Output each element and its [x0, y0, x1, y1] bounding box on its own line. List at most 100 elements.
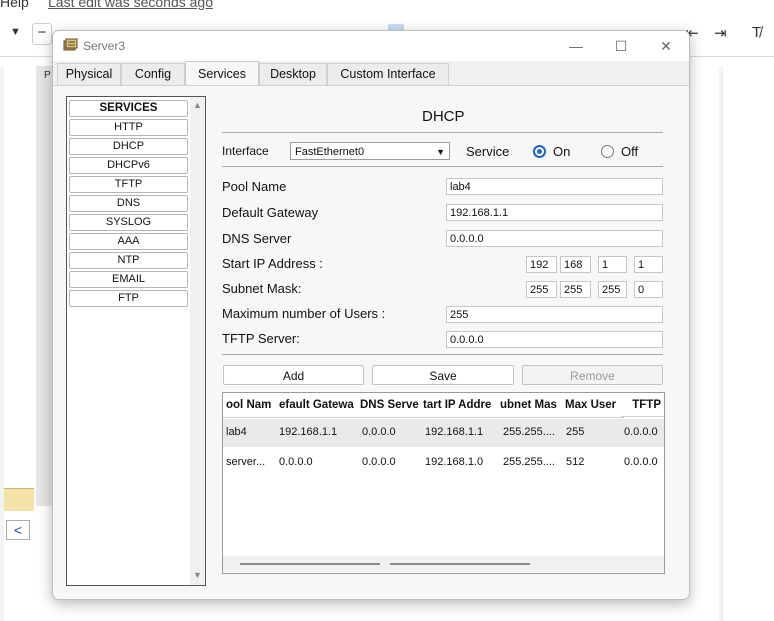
chevron-down-icon: ▼ [436, 147, 445, 157]
interface-label: Interface [222, 144, 269, 158]
pool-name-input[interactable]: lab4 [446, 178, 663, 195]
service-item-dhcp[interactable]: DHCP [69, 138, 188, 155]
yellow-bar [4, 488, 34, 511]
start-ip-octet-3[interactable]: 1 [598, 256, 627, 273]
services-list: SERVICES HTTP DHCP DHCPv6 TFTP DNS SYSLO… [66, 96, 206, 586]
scroll-down-icon[interactable]: ▼ [193, 570, 202, 580]
tab-services[interactable]: Services [185, 61, 259, 86]
column-header-start-ip[interactable]: tart IP Addre [421, 393, 500, 418]
page-letter: P [44, 70, 51, 81]
zoom-decrease-icon[interactable]: − [32, 23, 52, 45]
start-ip-label: Start IP Address : [222, 256, 323, 271]
gateway-input[interactable]: 192.168.1.1 [446, 204, 663, 221]
start-ip-octet-1[interactable]: 192 [526, 256, 557, 273]
table-cell: lab4 [226, 426, 247, 438]
help-menu[interactable]: Help [0, 0, 29, 10]
close-button[interactable]: ✕ [651, 36, 681, 56]
dns-server-label: DNS Server [222, 231, 292, 246]
server3-window: Server3 — ☐ ✕ Physical Config Services D… [52, 30, 690, 600]
tftp-server-label: TFTP Server: [222, 331, 300, 346]
server-icon [63, 38, 78, 51]
service-label: Service [466, 144, 510, 159]
divider [222, 354, 663, 355]
subnet-octet-1[interactable]: 255 [526, 281, 557, 298]
max-users-input[interactable]: 255 [446, 306, 663, 323]
column-header-subnet-mask[interactable]: ubnet Mas [498, 393, 564, 418]
remove-button[interactable]: Remove [522, 365, 663, 385]
column-header-default-gateway[interactable]: efault Gatewa [277, 393, 360, 418]
service-off-radio[interactable] [601, 145, 614, 158]
subnet-octet-3[interactable]: 255 [598, 281, 627, 298]
title-bar: Server3 — ☐ ✕ [53, 31, 689, 61]
scrollbar-thumb[interactable] [240, 563, 380, 565]
dns-server-input[interactable]: 0.0.0.0 [446, 230, 663, 247]
service-on-radio[interactable] [533, 145, 546, 158]
scrollbar-thumb[interactable] [390, 563, 530, 565]
table-cell: 255.255.... [503, 456, 555, 468]
column-header-pool-name[interactable]: ool Nam [223, 393, 280, 418]
table-cell: 0.0.0.0 [362, 426, 396, 438]
table-cell: 0.0.0.0 [279, 456, 313, 468]
column-header-dns-server[interactable]: DNS Serve [358, 393, 423, 418]
table-cell: 192.168.1.1 [279, 426, 338, 438]
max-users-label: Maximum number of Users : [222, 306, 386, 321]
service-off-label: Off [621, 144, 639, 159]
indent-increase-icon[interactable]: ⇥ [714, 24, 727, 42]
table-horizontal-scrollbar[interactable] [223, 556, 664, 572]
back-arrow-icon[interactable]: < [6, 520, 30, 540]
last-edit-link[interactable]: Last edit was seconds ago [48, 0, 213, 10]
service-item-dhcpv6[interactable]: DHCPv6 [69, 157, 188, 174]
tab-config[interactable]: Config [121, 63, 185, 85]
tab-bar: Physical Config Services Desktop Custom … [53, 61, 689, 86]
table-cell: 255.255.... [503, 426, 555, 438]
divider [222, 166, 663, 167]
maximize-button[interactable]: ☐ [606, 36, 636, 56]
column-header-tftp[interactable]: TFTP [621, 393, 664, 417]
table-cell: 0.0.0.0 [362, 456, 396, 468]
tab-physical[interactable]: Physical [57, 63, 121, 85]
service-item-ntp[interactable]: NTP [69, 252, 188, 269]
service-item-aaa[interactable]: AAA [69, 233, 188, 250]
dhcp-title: DHCP [422, 108, 465, 125]
service-item-dns[interactable]: DNS [69, 195, 188, 212]
table-cell: 0.0.0.0 [624, 456, 658, 468]
subnet-mask-label: Subnet Mask: [222, 281, 302, 296]
table-row[interactable]: server... 0.0.0.0 0.0.0.0 192.168.1.0 25… [223, 449, 664, 477]
table-cell: 192.168.1.1 [425, 426, 484, 438]
scroll-up-icon[interactable]: ▲ [193, 100, 202, 110]
right-pane [722, 66, 774, 621]
service-item-tftp[interactable]: TFTP [69, 176, 188, 193]
subnet-octet-4[interactable]: 0 [634, 281, 663, 298]
interface-select[interactable]: FastEthernet0 ▼ [290, 142, 450, 160]
tftp-server-input[interactable]: 0.0.0.0 [446, 331, 663, 348]
subnet-octet-2[interactable]: 255 [560, 281, 591, 298]
clear-format-icon[interactable]: T̸ [752, 24, 761, 41]
divider [222, 132, 663, 133]
services-header: SERVICES [69, 100, 188, 117]
table-cell: 0.0.0.0 [624, 426, 658, 438]
window-title: Server3 [83, 39, 126, 53]
gateway-label: Default Gateway [222, 205, 319, 220]
save-button[interactable]: Save [372, 365, 514, 385]
add-button[interactable]: Add [223, 365, 364, 385]
start-ip-octet-4[interactable]: 1 [634, 256, 663, 273]
table-cell: 192.168.1.0 [425, 456, 484, 468]
minimize-button[interactable]: — [561, 36, 591, 56]
service-item-syslog[interactable]: SYSLOG [69, 214, 188, 231]
dhcp-pool-table: ool Nam efault Gatewa DNS Serve tart IP … [222, 392, 665, 574]
pool-name-label: Pool Name [222, 179, 287, 194]
interface-value: FastEthernet0 [295, 146, 365, 158]
services-scrollbar[interactable]: ▲ ▼ [190, 97, 205, 585]
service-item-email[interactable]: EMAIL [69, 271, 188, 288]
tab-desktop[interactable]: Desktop [259, 63, 327, 85]
tab-custom-interface[interactable]: Custom Interface [327, 63, 449, 85]
service-item-http[interactable]: HTTP [69, 119, 188, 136]
column-header-max-users[interactable]: Max User [562, 393, 624, 418]
start-ip-octet-2[interactable]: 168 [560, 256, 591, 273]
services-content: SERVICES HTTP DHCP DHCPv6 TFTP DNS SYSLO… [53, 85, 689, 599]
table-cell: 512 [566, 456, 585, 468]
service-item-ftp[interactable]: FTP [69, 290, 188, 307]
dropdown-arrow-icon[interactable]: ▼ [10, 26, 21, 38]
service-on-label: On [553, 144, 571, 159]
table-row[interactable]: lab4 192.168.1.1 0.0.0.0 192.168.1.1 255… [223, 419, 664, 447]
